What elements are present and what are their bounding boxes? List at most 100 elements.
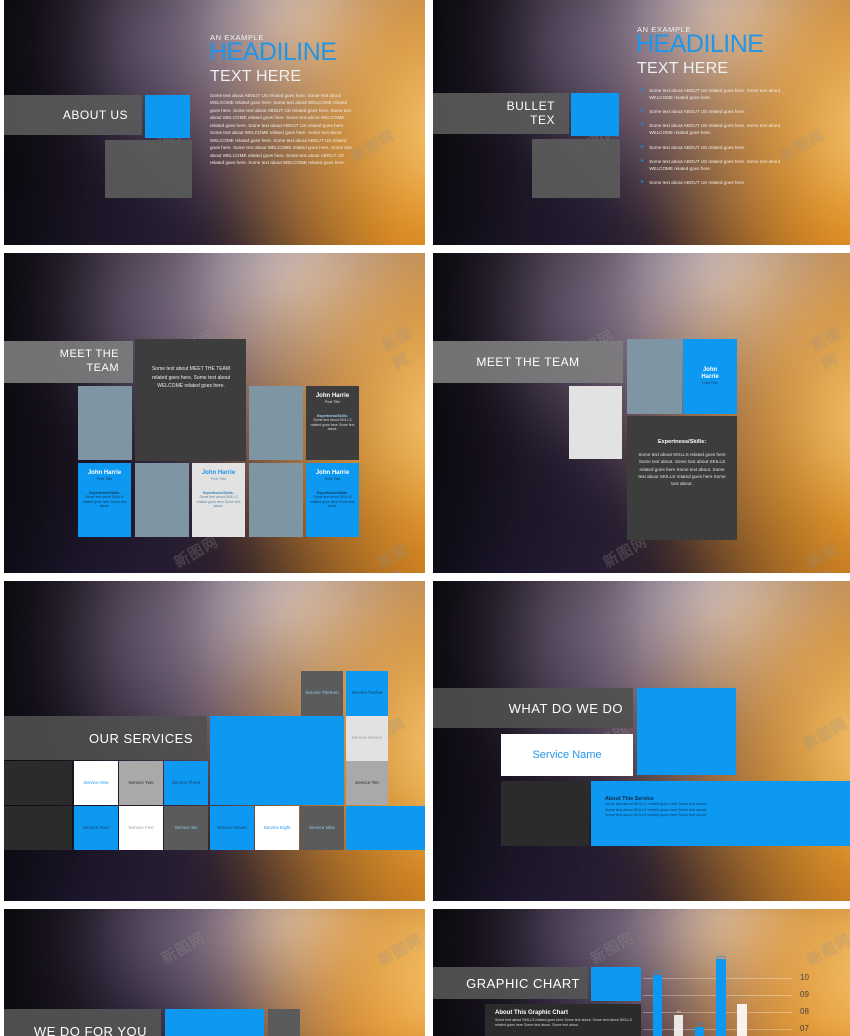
bar-chart: 98 % 60 68 100% 10 09 08 07 [643,947,793,1036]
slide-about-us[interactable]: 新图网 新图网 AN EXAMPLE HEADILINE TEXT HERE A… [4,0,425,245]
slide-what-do-we-do[interactable]: 新图网 新图网 WHAT DO WE DO Service Name About… [433,581,850,901]
service-tile[interactable]: Service Six [164,806,208,850]
section-title-label: OUR SERVICES [89,731,193,746]
feature-blue-panel[interactable] [210,716,344,805]
grey-placeholder-box[interactable] [532,139,620,198]
about-chart-panel[interactable]: About This Graphic Chart Some text about… [485,1004,641,1036]
section-title-line1: BULLET [507,100,555,113]
team-intro-copy: Some text about MEET THE TEAM related go… [145,365,237,391]
service-tile-label: Service Twelve [352,690,383,696]
service-tile[interactable]: Service Four [74,806,118,850]
service-tile[interactable]: Service Ten [346,761,388,805]
slide-meet-the-team-detail[interactable]: 新图网 新图网 新图网 新图网 MEET THE TEAM John Harri… [433,253,850,573]
about-chart-header: About This Graphic Chart [495,1010,641,1016]
chart-bar [695,1027,704,1036]
service-tile[interactable]: Service Seven [210,806,254,850]
section-title-bar[interactable]: OUR SERVICES [4,716,207,760]
service-tile-label: Service Six [175,825,198,831]
slide-bullet-text[interactable]: 新图网 新图网 AN EXAMPLE HEADILINE TEXT HERE B… [433,0,850,245]
photo-placeholder[interactable] [249,386,303,460]
accent-blue-box[interactable] [591,967,641,1001]
person-name-line1: John [683,367,737,374]
about-service-text: About This Service Some text about SKILL… [605,796,805,819]
chart-y-tick: 09 [800,990,809,999]
service-name-card[interactable]: Service Name [501,734,633,776]
bullet-list: ➤ Some text about ABOUT US related goes … [640,87,795,193]
team-card-skills-body: Some text about SKILLS related goes here… [192,495,245,509]
slide-we-do-for-you[interactable]: 新图网 新图网 WE DO FOR YOU [4,909,425,1036]
service-tile[interactable]: Service One [74,761,118,805]
team-card-skills-body: Some text about SKILLS related goes here… [78,495,131,509]
list-item[interactable]: ➤ Some text about ABOUT US related goes … [640,87,795,101]
feature-blue-panel[interactable] [637,688,736,775]
service-tile[interactable]: Service Thirteen [301,671,343,716]
photo-placeholder[interactable] [249,463,303,537]
person-name-line2: Harrie [683,374,737,381]
grey-placeholder-box[interactable] [105,140,192,198]
dark-filler-box [4,761,72,805]
service-tile[interactable]: Service Five [119,806,163,850]
slide-meet-the-team-grid[interactable]: 新图网 新图网 新图网 新图网 MEET THE TEAM Some text … [4,253,425,573]
chevron-right-icon: ➤ [640,108,644,115]
section-title-bar[interactable]: MEET THE TEAM [4,341,133,383]
list-item[interactable]: ➤ Some text about ABOUT US related goes … [640,158,795,172]
section-title-bar[interactable]: WHAT DO WE DO [433,688,633,728]
team-intro-panel[interactable] [135,339,246,461]
bullet-label: Some text about ABOUT US related goes he… [649,158,795,172]
section-title-label: ABOUT US [63,108,128,122]
person-post: Post Title [683,381,737,386]
service-name-label: Service Name [532,749,601,761]
service-tile-label: Service One [83,780,108,786]
section-title-label: GRAPHIC CHART [466,976,580,991]
section-title-bar[interactable]: ABOUT US [4,95,142,135]
section-title-bar[interactable]: WE DO FOR YOU [4,1009,161,1036]
dark-placeholder-box[interactable] [501,781,589,846]
section-title-bar[interactable]: GRAPHIC CHART [433,967,588,999]
list-item[interactable]: ➤ Some text about ABOUT US related goes … [640,144,795,151]
team-card[interactable]: John Harrie Post Title Expertness/Skills… [78,463,131,537]
slide-graphic-chart[interactable]: 新图网 新图网 GRAPHIC CHART About This Graphic… [433,909,850,1036]
team-card[interactable]: John Harrie Post Title Expertness/Skills… [306,463,359,537]
trailing-blue-box[interactable] [346,806,425,850]
team-card[interactable]: John Harrie Post Title Expertness/Skills… [192,463,245,537]
service-tile[interactable]: Service Two [119,761,163,805]
section-title-bar[interactable]: BULLET TEX [433,93,569,134]
accent-blue-box[interactable] [165,1009,264,1036]
headline-text: HEADILINE [636,32,763,57]
service-tile-label: Service Thirteen [305,690,338,696]
section-title-line1: MEET THE [60,348,119,362]
chart-bar [674,1015,683,1036]
chevron-right-icon: ➤ [640,179,644,186]
service-tile[interactable]: Service Nine [300,806,344,850]
slide-our-services[interactable]: 新图网 新图网 OUR SERVICES Service Thirteen Se… [4,581,425,901]
photo-placeholder[interactable] [135,463,189,537]
section-title-bar[interactable]: MEET THE TEAM [433,341,623,383]
section-title-line2: TEX [530,114,555,127]
photo-placeholder[interactable] [78,386,132,460]
chart-bar-value: 98 % [648,969,668,974]
list-item[interactable]: ➤ Some text about ABOUT US related goes … [640,179,795,186]
service-tile[interactable]: Service Eleven [346,716,388,761]
body-copy: Some text about ABOUT US related goes he… [210,92,355,166]
list-item[interactable]: ➤ Some text about ABOUT US related goes … [640,122,795,136]
service-tile[interactable]: Service Three [164,761,208,805]
skills-body: Some text about SKILLS related goes here… [637,451,727,488]
grey-placeholder-box[interactable] [268,1009,300,1036]
photo-placeholder[interactable] [627,339,682,414]
team-card-post: Post Title [192,477,245,482]
bullet-label: Some text about ABOUT US related goes he… [649,122,795,136]
service-tile[interactable]: Service Eight [255,806,299,850]
team-card-skills-body: Some text about SKILLS related goes here… [306,495,359,509]
service-tile[interactable]: Service Twelve [346,671,388,716]
section-title-label: WHAT DO WE DO [509,701,623,716]
service-tile-label: Service Eleven [352,735,383,741]
team-card[interactable]: John Harrie Post Title Expertness/Skills… [306,386,359,460]
light-placeholder-box[interactable] [569,386,622,459]
accent-blue-box[interactable] [145,95,190,138]
chart-bar-value: 100% [709,954,733,959]
team-card-name: John Harrie [306,393,359,400]
list-item[interactable]: ➤ Some text about ABOUT US related goes … [640,108,795,115]
bullet-label: Some text about ABOUT US related goes he… [649,179,745,186]
accent-blue-box[interactable] [571,93,619,136]
team-card-name: John Harrie [306,470,359,477]
